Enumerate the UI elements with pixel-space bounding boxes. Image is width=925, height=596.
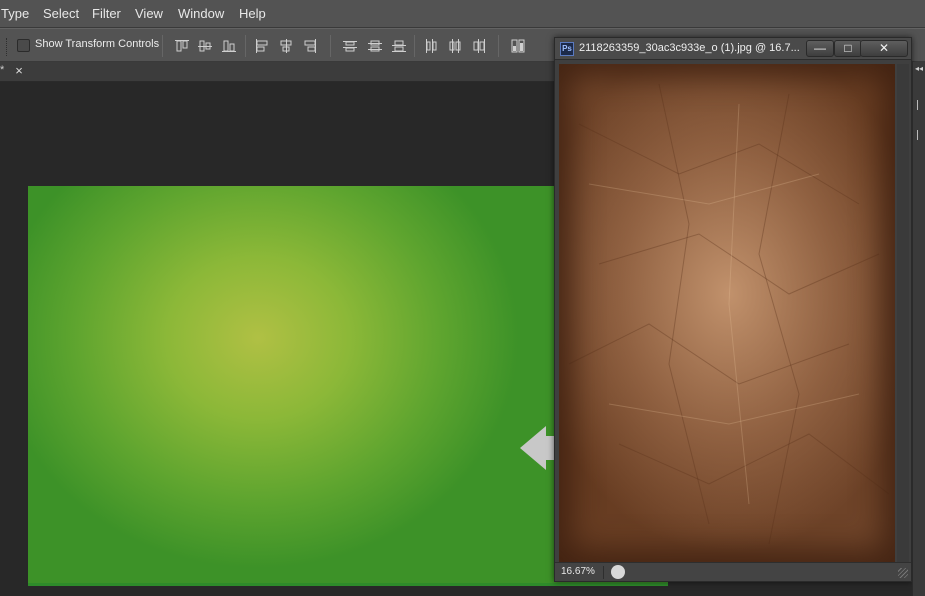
close-button[interactable]: ✕: [860, 40, 908, 57]
options-separator: [330, 35, 331, 57]
align-horizontal-centers-icon[interactable]: [278, 38, 294, 54]
panel-tick-icon[interactable]: [917, 130, 923, 140]
right-panel-dock[interactable]: [912, 62, 925, 596]
menu-select[interactable]: Select: [43, 6, 79, 21]
paper-vignette: [559, 64, 895, 562]
align-right-edges-icon[interactable]: [302, 38, 318, 54]
show-transform-checkbox[interactable]: [17, 39, 30, 52]
photoshop-app-icon: Ps: [560, 42, 574, 56]
crumpled-paper-image[interactable]: [559, 64, 895, 562]
panel-collapse-icon[interactable]: ◂◂: [915, 64, 923, 73]
tab-close-icon[interactable]: ×: [12, 63, 26, 79]
document-tab-strip: * ×: [0, 62, 560, 82]
options-separator: [245, 35, 246, 57]
options-bar-grip[interactable]: [6, 38, 8, 56]
options-separator: [498, 35, 499, 57]
options-separator: [414, 35, 415, 57]
distribute-bottom-edges-icon[interactable]: [391, 38, 407, 54]
document-title: 2118263359_30ac3c933e_o (1).jpg @ 16.7..…: [579, 42, 800, 54]
distribute-horizontal-centers-icon[interactable]: [447, 38, 463, 54]
menu-filter[interactable]: Filter: [92, 6, 121, 21]
align-vertical-centers-icon[interactable]: [197, 38, 213, 54]
tab-modified-mark: *: [0, 64, 5, 76]
resize-grip-icon[interactable]: [898, 568, 908, 578]
options-separator: [162, 35, 163, 57]
panel-tick-icon[interactable]: [917, 100, 923, 110]
align-left-edges-icon[interactable]: [254, 38, 270, 54]
menu-window[interactable]: Window: [178, 6, 224, 21]
menu-help[interactable]: Help: [239, 6, 266, 21]
distribute-vertical-centers-icon[interactable]: [367, 38, 383, 54]
zoom-level[interactable]: 16.67%: [561, 566, 595, 577]
document-scrollbar[interactable]: [897, 64, 909, 562]
canvas-bottom-edge: [28, 583, 668, 586]
show-transform-label[interactable]: Show Transform Controls: [35, 38, 159, 50]
menu-view[interactable]: View: [135, 6, 163, 21]
distribute-right-edges-icon[interactable]: [471, 38, 487, 54]
distribute-left-edges-icon[interactable]: [423, 38, 439, 54]
menu-type[interactable]: Type: [1, 6, 29, 21]
document-status-bar: 16.67%: [555, 562, 911, 581]
align-bottom-edges-icon[interactable]: [221, 38, 237, 54]
distribute-top-edges-icon[interactable]: [342, 38, 358, 54]
status-separator: [603, 566, 604, 579]
menu-bar: Type Select Filter View Window Help: [0, 0, 925, 28]
auto-align-layers-icon[interactable]: [510, 38, 526, 54]
align-top-edges-icon[interactable]: [174, 38, 190, 54]
document-title-bar[interactable]: Ps 2118263359_30ac3c933e_o (1).jpg @ 16.…: [555, 38, 911, 60]
status-info-icon[interactable]: [611, 565, 625, 579]
floating-document-window[interactable]: Ps 2118263359_30ac3c933e_o (1).jpg @ 16.…: [554, 37, 912, 582]
maximize-button[interactable]: □: [834, 40, 862, 57]
minimize-button[interactable]: —: [806, 40, 834, 57]
